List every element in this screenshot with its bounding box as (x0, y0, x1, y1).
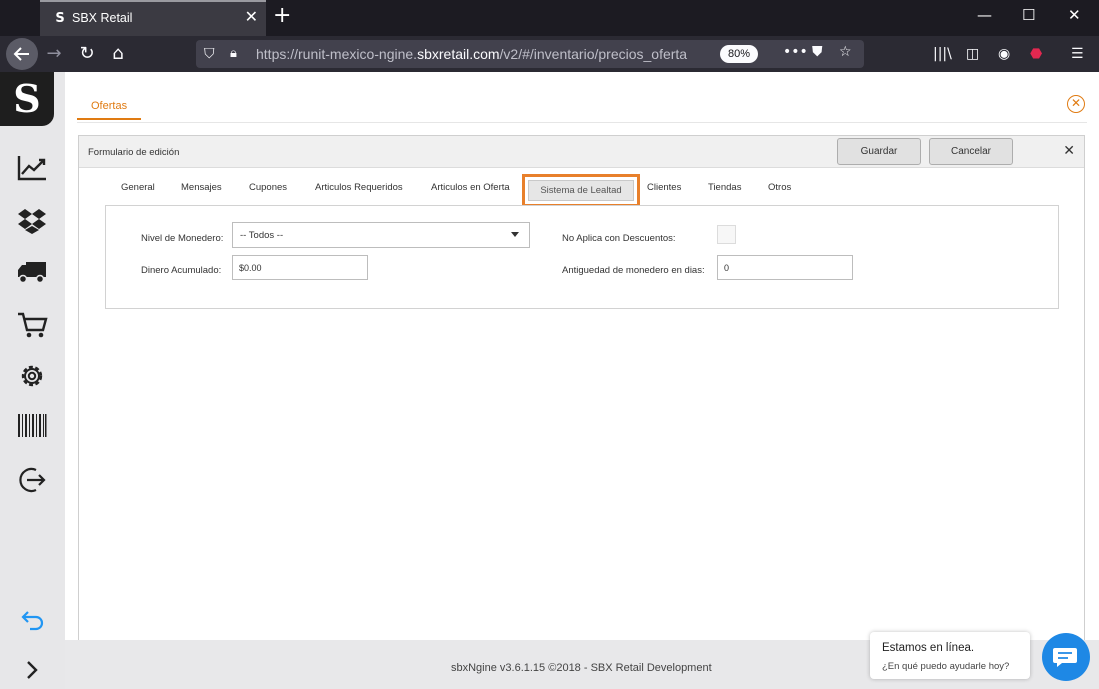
new-tab-icon[interactable]: + (273, 4, 291, 28)
dinero-acumulado-field[interactable]: $0.00 (232, 255, 368, 280)
sbx-logo[interactable]: S (0, 72, 54, 126)
edit-form-panel: Formulario de edición Guardar Cancelar ✕… (78, 135, 1085, 641)
save-button[interactable]: Guardar (837, 138, 921, 165)
tab-tiendas[interactable]: Tiendas (708, 182, 741, 193)
nivel-monedero-select[interactable]: -- Todos -- (232, 222, 530, 248)
chat-subtitle: ¿En qué puedo ayudarle hoy? (882, 661, 1010, 672)
close-page-icon[interactable]: ✕ (1067, 95, 1085, 113)
tab-ofertas[interactable]: Ofertas (77, 96, 142, 120)
app-sidebar: S (0, 72, 65, 689)
maximize-icon[interactable]: ☐ (1022, 6, 1035, 24)
no-aplica-descuentos-checkbox[interactable] (717, 225, 736, 244)
form-close-icon[interactable]: ✕ (1063, 143, 1075, 159)
sidebar-toggle-icon[interactable]: ◫ (966, 46, 979, 62)
tab-articulos-requeridos[interactable]: Articulos Requeridos (315, 182, 403, 193)
antiguedad-field[interactable]: 0 (717, 255, 853, 280)
nivel-monedero-value: -- Todos -- (240, 230, 284, 241)
url-text[interactable]: https://runit-mexico-ngine.sbxretail.com… (256, 46, 716, 62)
cart-icon[interactable] (14, 309, 50, 341)
minimize-icon[interactable]: — (977, 6, 992, 24)
bookmark-star-icon[interactable]: ☆ (839, 44, 852, 60)
dinero-acumulado-label: Dinero Acumulado: (141, 265, 222, 276)
pocket-icon[interactable]: ⛊ (812, 44, 823, 60)
tab-mensajes[interactable]: Mensajes (181, 182, 222, 193)
tab-clientes[interactable]: Clientes (647, 182, 681, 193)
no-aplica-descuentos-label: No Aplica con Descuentos: (562, 233, 676, 244)
barcode-icon[interactable] (14, 410, 50, 442)
dinero-acumulado-value: $0.00 (239, 263, 262, 273)
antiguedad-value: 0 (724, 263, 730, 273)
zoom-indicator[interactable]: 80% (720, 45, 759, 63)
chevron-down-icon (511, 232, 519, 237)
logout-icon[interactable] (14, 464, 50, 496)
tab-cupones[interactable]: Cupones (249, 182, 287, 193)
nivel-monedero-label: Nivel de Monedero: (141, 233, 224, 244)
back-button[interactable] (6, 38, 38, 70)
form-title: Formulario de edición (88, 147, 180, 158)
browser-tab[interactable]: S SBX Retail ✕ (40, 0, 266, 36)
extension-icon[interactable]: ⬣ (1030, 46, 1042, 62)
form-header: Formulario de edición Guardar Cancelar ✕ (79, 136, 1084, 168)
cancel-button[interactable]: Cancelar (929, 138, 1013, 165)
url-bar[interactable]: ⛉ 🔒︎ https://runit-mexico-ngine.sbxretai… (196, 40, 864, 68)
browser-titlebar: S SBX Retail ✕ + — ☐ ✕ (0, 0, 1099, 36)
forward-icon[interactable]: → (40, 40, 68, 68)
dropbox-icon[interactable] (14, 205, 50, 237)
form-tabs: General Mensajes Cupones Articulos Reque… (79, 174, 1084, 207)
chat-icon (1053, 648, 1077, 667)
loyalty-fields: Nivel de Monedero: -- Todos -- Dinero Ac… (105, 205, 1059, 309)
browser-tab-title: SBX Retail (72, 11, 133, 25)
browser-navbar: → ↻ ⌂ ⛉ 🔒︎ https://runit-mexico-ngine.sb… (0, 36, 1099, 72)
library-icon[interactable]: |||\ (933, 46, 952, 62)
reload-icon[interactable]: ↻ (73, 40, 101, 68)
tab-close-icon[interactable]: ✕ (245, 9, 258, 27)
undo-icon[interactable] (14, 605, 50, 637)
main-content: Ofertas ✕ Formulario de edición Guardar … (65, 72, 1099, 689)
truck-icon[interactable] (14, 256, 50, 288)
chart-icon[interactable] (14, 152, 50, 184)
footer-version: sbxNgine v3.6.1.15 ©2018 - SBX Retail De… (451, 662, 712, 674)
header-divider (77, 122, 1087, 123)
gear-icon[interactable] (14, 360, 50, 392)
home-icon[interactable]: ⌂ (104, 40, 132, 68)
menu-icon[interactable]: ☰ (1071, 46, 1084, 62)
tracking-shield-icon[interactable]: ⛉ (204, 45, 215, 62)
page-actions-icon[interactable]: ••• (783, 44, 808, 60)
tab-articulos-en-oferta[interactable]: Articulos en Oferta (431, 182, 510, 193)
chat-bubble[interactable]: Estamos en línea. ¿En qué puedo ayudarle… (870, 632, 1030, 679)
tab-general[interactable]: General (121, 182, 155, 193)
account-icon[interactable]: ◉ (998, 46, 1010, 62)
tab-sistema-de-lealtad[interactable]: Sistema de Lealtad (522, 174, 640, 207)
chat-button[interactable] (1042, 633, 1090, 681)
tab-sistema-de-lealtad-label: Sistema de Lealtad (528, 180, 634, 201)
sbx-favicon-icon: S (55, 11, 65, 26)
window-close-icon[interactable]: ✕ (1068, 6, 1081, 24)
tab-otros[interactable]: Otros (768, 182, 791, 193)
expand-chevron-icon[interactable] (14, 654, 50, 686)
back-arrow-icon (13, 47, 29, 61)
lock-icon[interactable]: 🔒︎ (230, 45, 237, 61)
chat-title: Estamos en línea. (882, 642, 975, 654)
antiguedad-label: Antiguedad de monedero en dias: (562, 265, 705, 276)
